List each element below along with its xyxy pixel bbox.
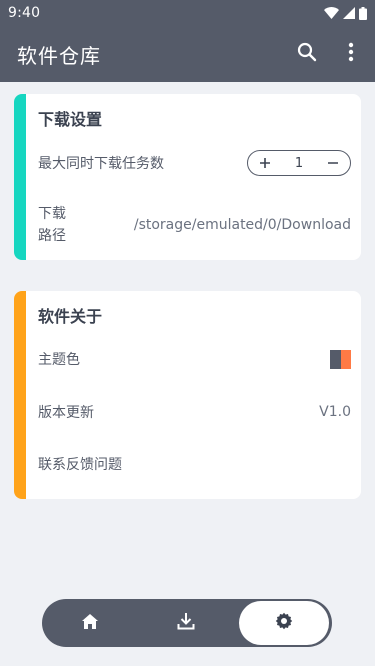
search-icon — [297, 42, 317, 66]
decrement-button[interactable] — [324, 154, 342, 172]
app-bar: 软件仓库 — [0, 26, 375, 82]
more-vert-icon — [348, 42, 354, 66]
download-path-label: 下载路径 — [38, 206, 66, 244]
download-icon — [177, 612, 195, 634]
app-actions — [287, 34, 375, 74]
download-settings-card: 下载设置 最大同时下载任务数 1 下载路径 /storage/emulated/… — [14, 94, 361, 260]
nav-download[interactable] — [138, 601, 234, 645]
theme-color-row[interactable]: 主题色 — [38, 347, 351, 371]
more-options-button[interactable] — [331, 34, 371, 74]
wifi-icon — [324, 7, 339, 19]
theme-swatch-primary — [330, 349, 341, 369]
max-tasks-stepper: 1 — [247, 150, 351, 176]
home-icon — [81, 613, 99, 634]
bottom-nav — [42, 599, 332, 647]
max-tasks-label: 最大同时下载任务数 — [38, 156, 164, 172]
feedback-label: 联系反馈问题 — [38, 457, 122, 473]
card-accent — [14, 291, 26, 499]
card-title: 软件关于 — [38, 307, 103, 326]
theme-swatch-accent — [340, 349, 351, 369]
theme-color-swatch[interactable] — [330, 349, 351, 369]
version-label: 版本更新 — [38, 405, 94, 421]
feedback-row[interactable]: 联系反馈问题 — [38, 452, 351, 476]
nav-settings[interactable] — [239, 601, 329, 645]
max-tasks-row: 最大同时下载任务数 1 — [38, 150, 351, 176]
status-bar: 9:40 — [0, 0, 375, 26]
about-card: 软件关于 主题色 版本更新 V1.0 联系反馈问题 — [14, 291, 361, 499]
settings-icon — [275, 612, 293, 634]
max-tasks-value: 1 — [294, 155, 304, 171]
card-title: 下载设置 — [38, 110, 103, 129]
app-title: 软件仓库 — [17, 43, 101, 68]
search-button[interactable] — [287, 34, 327, 74]
theme-color-label: 主题色 — [38, 352, 80, 368]
signal-icon — [343, 7, 355, 19]
download-path-value: /storage/emulated/0/Download — [133, 217, 351, 233]
battery-icon — [359, 6, 367, 20]
card-accent — [14, 94, 26, 260]
status-time: 9:40 — [8, 5, 41, 21]
version-value: V1.0 — [319, 404, 351, 420]
download-path-row[interactable]: 下载路径 /storage/emulated/0/Download — [38, 202, 351, 248]
version-row[interactable]: 版本更新 V1.0 — [38, 400, 351, 424]
status-icons — [324, 6, 367, 20]
nav-home[interactable] — [42, 601, 138, 645]
increment-button[interactable] — [256, 154, 274, 172]
